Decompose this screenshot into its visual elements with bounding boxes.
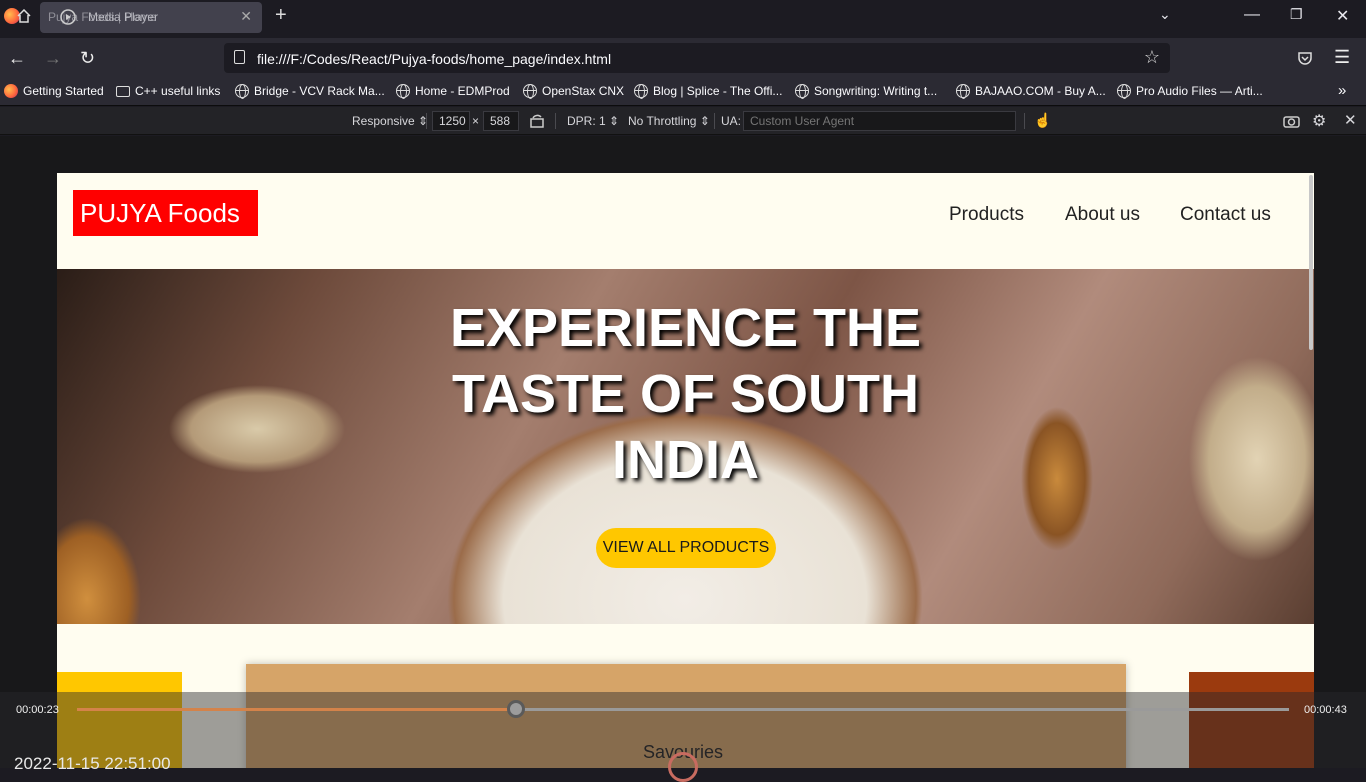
bookmark-item[interactable]: Blog | Splice - The Offi... [634, 84, 782, 99]
nav-link-products[interactable]: Products [949, 204, 1024, 226]
bookmark-item[interactable]: BAJAAO.COM - Buy A... [956, 84, 1106, 99]
throttling-selector[interactable]: No Throttling ⇕ [628, 114, 710, 128]
navigation-toolbar: ← → ↻ file:///F:/Codes/React/Pujya-foods… [0, 38, 1366, 78]
more-bookmarks-icon[interactable]: » [1338, 82, 1346, 99]
globe-icon [634, 84, 648, 99]
restore-icon[interactable]: ❐ [1290, 6, 1303, 23]
media-player-controls: 00:00:23 00:00:43 2022-11-15 22:51:00 [0, 692, 1366, 782]
bookmark-item[interactable]: OpenStax CNX [523, 84, 624, 99]
device-selector[interactable]: Responsive ⇕ [352, 114, 428, 128]
list-all-tabs-icon[interactable]: ⌄ [1159, 6, 1171, 23]
firefox-icon [4, 84, 18, 98]
bookmarks-toolbar: Getting Started C++ useful links Bridge … [0, 78, 1366, 106]
home-icon[interactable] [17, 9, 31, 23]
active-tab[interactable]: Pujya Foods | Home Media Player ✕ [40, 2, 262, 33]
current-time: 00:00:23 [16, 704, 59, 716]
reload-icon[interactable]: ↻ [80, 48, 95, 69]
close-tab-icon[interactable]: ✕ [240, 8, 252, 25]
bookmark-item[interactable]: C++ useful links [116, 84, 220, 98]
page-icon [234, 50, 245, 64]
globe-icon [956, 84, 970, 99]
forward-icon[interactable]: → [44, 48, 62, 69]
pocket-icon[interactable] [1297, 50, 1313, 66]
rotate-viewport-icon[interactable] [529, 114, 545, 128]
nav-link-contact-us[interactable]: Contact us [1180, 204, 1271, 226]
seek-thumb[interactable] [506, 700, 525, 718]
bookmark-item[interactable]: Bridge - VCV Rack Ma... [235, 84, 385, 99]
back-icon[interactable]: ← [8, 48, 26, 69]
screenshot-icon[interactable] [1283, 114, 1300, 128]
close-window-icon[interactable]: ✕ [1336, 6, 1349, 26]
play-pause-icon[interactable] [668, 752, 698, 782]
folder-icon [116, 85, 130, 97]
bookmark-item[interactable]: Getting Started [4, 84, 104, 98]
view-all-products-button[interactable]: VIEW ALL PRODUCTS [596, 528, 776, 568]
dimension-separator: × [472, 114, 480, 128]
nav-link-about-us[interactable]: About us [1065, 204, 1140, 226]
responsive-design-toolbar: Responsive ⇕ 1250 × 588 DPR: 1 ⇕ No Thro… [0, 107, 1366, 135]
page-scrollbar[interactable] [1309, 175, 1313, 350]
bookmark-star-icon[interactable]: ☆ [1144, 47, 1160, 68]
touch-simulation-icon[interactable]: ☝ [1034, 112, 1051, 129]
hero-title: EXPERIENCE THE TASTE OF SOUTH INDIA [449, 298, 922, 490]
url-bar[interactable]: file:///F:/Codes/React/Pujya-foods/home_… [224, 43, 1170, 73]
site-logo[interactable]: PUJYA Foods [73, 190, 258, 236]
globe-icon [523, 84, 537, 99]
dpr-selector[interactable]: DPR: 1 ⇕ [567, 114, 619, 128]
bookmark-item[interactable]: Songwriting: Writing t... [795, 84, 937, 99]
new-tab-button[interactable]: + [275, 4, 287, 27]
viewport-height-input[interactable]: 588 [483, 111, 519, 131]
globe-icon [235, 84, 249, 99]
website-viewport: PUJYA Foods Products About us Contact us… [57, 173, 1314, 768]
viewport-width-input[interactable]: 1250 [432, 111, 470, 131]
minimize-icon[interactable]: — [1244, 6, 1260, 24]
app-menu-icon[interactable]: ☰ [1334, 47, 1350, 68]
recording-timestamp: 2022-11-15 22:51:00 [14, 754, 171, 773]
tab-overlay-title: Media Player [88, 10, 159, 24]
close-rdm-icon[interactable]: ✕ [1344, 111, 1357, 129]
user-agent-input[interactable] [743, 111, 1016, 131]
globe-icon [1117, 84, 1131, 99]
seek-bar[interactable] [77, 700, 1289, 718]
url-text[interactable]: file:///F:/Codes/React/Pujya-foods/home_… [257, 51, 611, 67]
globe-icon [795, 84, 809, 99]
globe-icon [396, 84, 410, 99]
hero-banner: EXPERIENCE THE TASTE OF SOUTH INDIA VIEW… [57, 269, 1314, 624]
bookmark-item[interactable]: Home - EDMProd [396, 84, 510, 99]
settings-gear-icon[interactable]: ⚙ [1312, 111, 1326, 131]
tab-strip: Pujya Foods | Home Media Player ✕ + ⌄ — … [0, 0, 1366, 36]
seek-bar-played [77, 708, 516, 711]
duration: 00:00:43 [1304, 704, 1347, 716]
ua-label: UA: [721, 114, 742, 128]
bookmark-item[interactable]: Pro Audio Files — Arti... [1117, 84, 1263, 99]
